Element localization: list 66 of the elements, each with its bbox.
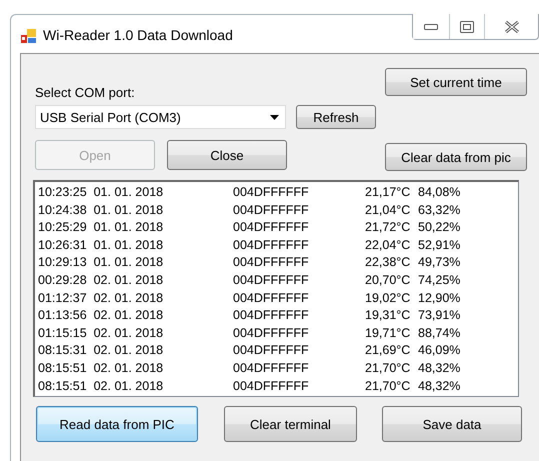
log-timestamp: 10:25:29 01. 01. 2018 <box>38 219 164 236</box>
log-humidity: 74,25% <box>418 272 462 289</box>
log-timestamp: 10:29:13 01. 01. 2018 <box>38 254 164 272</box>
log-temperature: 19,02°C <box>365 290 412 307</box>
minimize-button[interactable] <box>413 14 449 39</box>
log-humidity: 48,32% <box>418 360 462 377</box>
log-humidity: 48,32% <box>418 378 462 395</box>
log-device-id: 004DFFFFFF <box>233 290 310 307</box>
log-device-id: 004DFFFFFF <box>233 254 310 272</box>
log-temperature: 19,71°C <box>365 324 412 342</box>
log-timestamp: 00:29:28 02. 01. 2018 <box>38 272 164 289</box>
close-icon <box>504 20 518 32</box>
maximize-button[interactable] <box>449 14 484 39</box>
log-device-id: 004DFFFFFF <box>233 272 310 289</box>
log-temperature: 22,04°C <box>365 236 412 254</box>
log-timestamp: 08:15:31 02. 01. 2018 <box>38 342 164 360</box>
log-temperature: 21,72°C <box>365 219 412 236</box>
log-temperature: 21,04°C <box>365 202 412 219</box>
clear-pic-data-button[interactable]: Clear data from pic <box>385 143 527 171</box>
log-device-id: 004DFFFFFF <box>233 324 310 342</box>
log-device-id: 004DFFFFFF <box>233 236 310 254</box>
log-timestamp: 10:26:31 01. 01. 2018 <box>38 236 164 254</box>
app-icon <box>21 28 37 44</box>
set-time-button[interactable]: Set current time <box>385 68 527 96</box>
dropdown-arrow-icon <box>270 114 279 120</box>
log-temperature: 21,69°C <box>365 342 412 360</box>
log-device-id: 004DFFFFFF <box>233 202 310 219</box>
log-humidity: 50,22% <box>418 219 462 236</box>
com-port-label: Select COM port: <box>35 86 136 100</box>
log-timestamp: 08:15:51 02. 01. 2018 <box>38 378 164 395</box>
clear-terminal-button[interactable]: Clear terminal <box>224 406 357 442</box>
read-data-button[interactable]: Read data from PIC <box>36 406 198 442</box>
log-device-id: 004DFFFFFF <box>233 219 310 236</box>
close-button[interactable] <box>484 14 538 39</box>
log-humidity: 73,91% <box>418 307 462 324</box>
log-device-id: 004DFFFFFF <box>233 360 310 377</box>
log-humidity: 49,73% <box>418 254 462 272</box>
maximize-icon <box>460 20 474 32</box>
log-temperature: 21,17°C <box>365 184 412 201</box>
log-temperature: 19,31°C <box>365 307 412 324</box>
log-temperature: 21,70°C <box>365 378 412 395</box>
log-device-id: 004DFFFFFF <box>233 184 310 201</box>
log-device-id: 004DFFFFFF <box>233 378 310 395</box>
log-timestamp: 10:23:25 01. 01. 2018 <box>38 184 164 201</box>
log-humidity: 52,91% <box>418 236 462 254</box>
log-humidity: 88,74% <box>418 324 462 342</box>
window-title: Wi-Reader 1.0 Data Download <box>43 27 233 43</box>
log-timestamp: 08:15:51 02. 01. 2018 <box>38 360 164 377</box>
log-timestamp: 01:13:56 02. 01. 2018 <box>38 307 164 324</box>
log-timestamp: 01:12:37 02. 01. 2018 <box>38 290 164 307</box>
log-device-id: 004DFFFFFF <box>233 342 310 360</box>
minimize-icon <box>424 24 438 30</box>
save-data-button[interactable]: Save data <box>382 406 522 442</box>
refresh-button[interactable]: Refresh <box>296 105 376 129</box>
log-humidity: 84,08% <box>418 184 462 201</box>
log-humidity: 46,09% <box>418 342 462 360</box>
log-humidity: 12,90% <box>418 290 462 307</box>
close-button[interactable]: Close <box>167 140 287 170</box>
log-device-id: 004DFFFFFF <box>233 307 310 324</box>
log-temperature: 22,38°C <box>365 254 412 272</box>
log-timestamp: 01:15:15 02. 01. 2018 <box>38 324 164 342</box>
com-port-dropdown[interactable]: USB Serial Port (COM3) <box>35 105 286 129</box>
log-timestamp: 10:24:38 01. 01. 2018 <box>38 202 164 219</box>
log-temperature: 21,70°C <box>365 360 412 377</box>
log-humidity: 63,32% <box>418 202 462 219</box>
log-temperature: 20,70°C <box>365 272 412 289</box>
